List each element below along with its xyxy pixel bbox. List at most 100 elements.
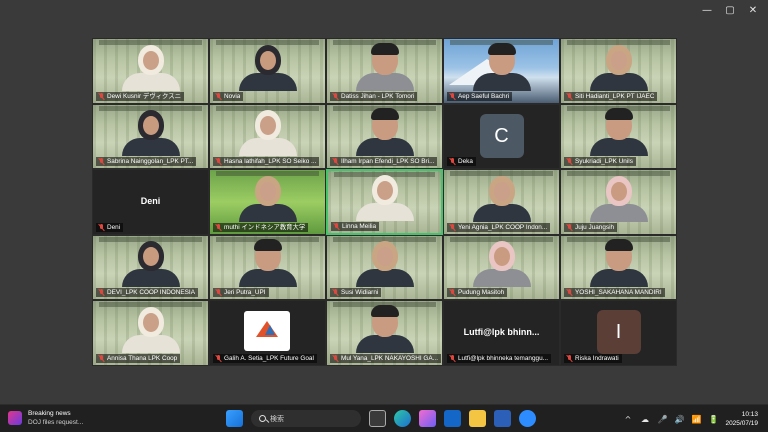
participant-name-bar: Hasna lathifah_LPK SO Seiko ...: [213, 157, 320, 167]
participant-tile[interactable]: I Riska Indrawati: [560, 300, 677, 366]
participant-tile[interactable]: Sabrina Nainggolan_LPK PT...: [92, 103, 209, 170]
cloud-icon[interactable]: ☁: [640, 415, 649, 424]
participant-video: [589, 44, 648, 91]
participant-name-bar: Riska Indrawati: [564, 353, 622, 363]
mic-muted-icon: [332, 289, 339, 296]
participant-display-name: Deni: [140, 196, 161, 207]
windows-taskbar: Breaking news DOJ files request... 検索 ^ …: [0, 404, 768, 432]
maximize-button[interactable]: ▢: [723, 4, 737, 18]
mic-muted-icon: [566, 158, 573, 165]
participant-name-bar: YOSHI_SAKAHANA MANDIRI: [564, 288, 665, 298]
participant-name: muthi インドネシア教育大学: [224, 223, 306, 231]
microphone-icon[interactable]: 🎤: [657, 415, 667, 424]
clock[interactable]: 10:13 2025/07/19: [725, 410, 758, 428]
participant-tile[interactable]: Galih A. Setia_LPK Future Goal: [209, 300, 326, 366]
participant-tile[interactable]: Linna Meilia: [326, 169, 443, 235]
mic-muted-icon: [449, 92, 456, 100]
file-explorer-icon[interactable]: [469, 410, 486, 427]
participant-name-bar: Yeni Agnia_LPK COOP Indon...: [447, 222, 551, 232]
avatar: I: [596, 310, 641, 355]
participant-tile[interactable]: Datiss Jihan - LPK Tomori: [326, 38, 443, 104]
participant-video: [589, 175, 648, 222]
participant-name-bar: muthi インドネシア教育大学: [213, 222, 309, 232]
participant-tile[interactable]: Juju Juangsih: [560, 169, 677, 235]
participant-tile[interactable]: C Deka: [443, 103, 560, 170]
participant-name: Lutfi@lpk bhinneka temanggu...: [458, 354, 548, 362]
mic-muted-icon: [449, 158, 456, 165]
news-subtitle: DOJ files request...: [28, 419, 84, 426]
participant-video: [355, 304, 414, 353]
participant-tile[interactable]: Susi Widiarni: [326, 234, 443, 301]
participant-name: Sabrina Nainggolan_LPK PT...: [107, 158, 194, 166]
participant-tile[interactable]: DEVI_LPK COOP INDONESIA: [92, 234, 209, 301]
mic-muted-icon: [566, 223, 573, 231]
participant-tile[interactable]: Deni Deni: [92, 169, 209, 235]
participant-tile[interactable]: Hasna lathifah_LPK SO Seiko ...: [209, 103, 326, 170]
participant-video: [472, 175, 531, 222]
participant-name-bar: Datiss Jihan - LPK Tomori: [330, 91, 418, 101]
participant-video: [355, 108, 414, 157]
participant-tile[interactable]: Syukriadi_LPK Unils: [560, 103, 677, 170]
participant-video: [589, 108, 648, 157]
participant-video: [589, 239, 648, 288]
search-input[interactable]: 検索: [251, 410, 361, 427]
task-view-icon[interactable]: [369, 410, 386, 427]
participant-tile[interactable]: Annisa Thana LPK Coop: [92, 300, 209, 366]
participant-video: [238, 175, 297, 222]
participant-name: Ilham Irpan Efendi_LPK SO Bri...: [341, 158, 435, 166]
zoom-icon[interactable]: [519, 410, 536, 427]
wifi-icon[interactable]: 📶: [691, 415, 701, 424]
participant-video: [121, 241, 180, 288]
mic-muted-icon: [449, 223, 456, 231]
participant-name: Jeri Putra_UPI: [224, 289, 266, 297]
participant-video: [121, 306, 180, 353]
participant-tile[interactable]: Aep Saeful Bachri: [443, 38, 560, 104]
participant-name: Syukriadi_LPK Unils: [575, 158, 633, 166]
search-placeholder: 検索: [270, 415, 284, 423]
participant-video: [121, 110, 180, 157]
participant-name-bar: Syukriadi_LPK Unils: [564, 157, 636, 167]
start-icon[interactable]: [226, 410, 243, 427]
copilot-icon[interactable]: [419, 410, 436, 427]
news-title: Breaking news: [28, 410, 71, 417]
minimize-button[interactable]: —: [700, 4, 714, 18]
participant-name: Deka: [458, 158, 473, 166]
volume-icon[interactable]: 🔊: [674, 415, 684, 424]
close-button[interactable]: ✕: [746, 4, 760, 18]
news-widget[interactable]: Breaking news DOJ files request...: [8, 409, 83, 427]
participant-name-bar: Linna Meilia: [331, 221, 380, 231]
participant-tile[interactable]: Lutfi@lpk bhinn... Lutfi@lpk bhinneka tem…: [443, 300, 560, 366]
participant-name: Linna Meilia: [342, 222, 377, 230]
participant-tile[interactable]: YOSHI_SAKAHANA MANDIRI: [560, 234, 677, 301]
outlook-icon[interactable]: [444, 410, 461, 427]
participant-tile[interactable]: Dewi Kusnir デヴィクスニ: [92, 38, 209, 104]
mic-muted-icon: [215, 158, 222, 165]
participant-name-bar: Siti Hadianti_LPK PT IJAEC: [564, 91, 658, 101]
edge-icon[interactable]: [394, 410, 411, 427]
participant-name-bar: Deka: [447, 157, 476, 167]
mic-muted-icon: [449, 289, 456, 296]
participant-video: [238, 44, 297, 91]
participant-tile[interactable]: Siti Hadianti_LPK PT IJAEC: [560, 38, 677, 104]
participant-tile[interactable]: Novia: [209, 38, 326, 104]
tray-overflow-icon[interactable]: ^: [623, 415, 632, 424]
participant-tile[interactable]: Pudung Masitoh: [443, 234, 560, 301]
mic-muted-icon: [332, 92, 339, 100]
participant-tile[interactable]: Ilham Irpan Efendi_LPK SO Bri...: [326, 103, 443, 170]
participant-tile[interactable]: Jeri Putra_UPI: [209, 234, 326, 301]
battery-icon[interactable]: 🔋: [708, 415, 718, 424]
participant-name: Siti Hadianti_LPK PT IJAEC: [575, 92, 655, 100]
mic-muted-icon: [332, 158, 339, 165]
participant-video: [121, 44, 180, 91]
participant-name-bar: Lutfi@lpk bhinneka temanggu...: [447, 353, 551, 363]
mic-muted-icon: [215, 289, 222, 296]
participant-name: Pudung Masitoh: [458, 289, 505, 297]
participant-name-bar: Ilham Irpan Efendi_LPK SO Bri...: [330, 157, 438, 167]
mic-muted-icon: [98, 158, 105, 165]
word-icon[interactable]: [494, 410, 511, 427]
participant-name-bar: Susi Widiarni: [330, 288, 382, 298]
participant-tile[interactable]: muthi インドネシア教育大学: [209, 169, 326, 235]
participant-tile[interactable]: Mul Yana_LPK NAKAYOSHI GA...: [326, 300, 443, 366]
participant-name-bar: DEVI_LPK COOP INDONESIA: [96, 288, 198, 298]
participant-tile[interactable]: Yeni Agnia_LPK COOP Indon...: [443, 169, 560, 235]
